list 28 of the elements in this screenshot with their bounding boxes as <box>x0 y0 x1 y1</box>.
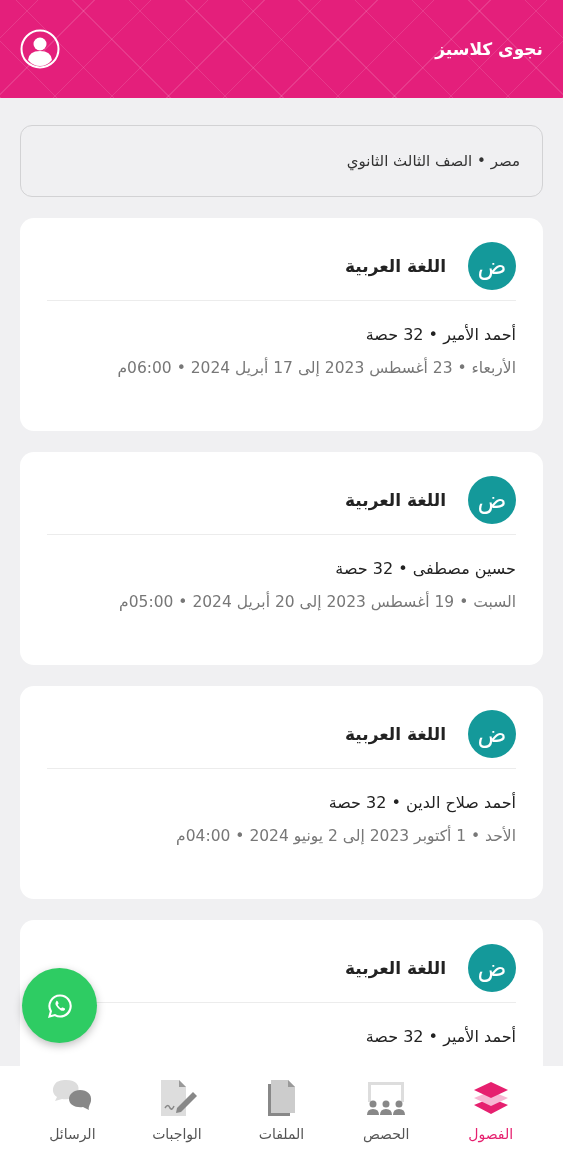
subject-avatar: ض <box>468 944 516 992</box>
teacher-line: أحمد صلاح الدين • 32 حصة <box>328 793 516 812</box>
subject-name: اللغة العربية <box>345 490 446 510</box>
schedule-line: الأحد • 1 أكتوبر 2023 إلى 2 يونيو 2024 • 04:00م <box>176 827 516 845</box>
nav-tab[interactable]: الحصص <box>333 1077 439 1142</box>
subject-name: اللغة العربية <box>345 724 446 744</box>
course-card[interactable]: ض اللغة العربية أحمد الأمير • 32 حصة الأربعاء • 23 أغسطس 2023 إلى 17 أبريل 2024 • 06:00م <box>20 218 543 431</box>
course-card[interactable]: ض اللغة العربية أحمد صلاح الدين • 32 حصة الأحد • 1 أكتوبر 2023 إلى 2 يونيو 2024 • 04:00م <box>20 686 543 899</box>
nav-tab[interactable]: الملفات <box>229 1077 334 1142</box>
nav-tab[interactable]: الواجبات <box>124 1077 230 1142</box>
subject-avatar: ض <box>468 242 516 290</box>
course-card[interactable]: ض اللغة العربية حسين مصطفى • 32 حصة السبت • 19 أغسطس 2023 إلى 20 أبريل 2024 • 05:00م <box>20 452 543 665</box>
app-title: نجوى كلاسيز <box>435 39 543 59</box>
schedule-line: السبت • 19 أغسطس 2023 إلى 20 أبريل 2024 • 05:00م <box>119 593 516 611</box>
nav-tab[interactable]: الرسائل <box>20 1077 125 1142</box>
nav-tab[interactable]: الفصول <box>438 1077 543 1142</box>
subject-avatar: ض <box>468 710 516 758</box>
subject-name: اللغة العربية <box>345 256 446 276</box>
teacher-line: أحمد الأمير • 32 حصة <box>365 1027 516 1046</box>
profile-icon[interactable] <box>20 29 60 69</box>
subject-name: اللغة العربية <box>345 958 446 978</box>
course-card[interactable]: ض اللغة العربية أحمد الأمير • 32 حصة <box>20 920 543 1066</box>
teacher-line: حسين مصطفى • 32 حصة <box>335 559 516 578</box>
phone-chat-icon <box>45 991 74 1020</box>
teacher-line: أحمد الأمير • 32 حصة <box>365 325 516 344</box>
subject-avatar: ض <box>468 476 516 524</box>
schedule-line: الأربعاء • 23 أغسطس 2023 إلى 17 أبريل 2024 • 06:00م <box>117 359 516 377</box>
grade-label: مصر • الصف الثالث الثانوي <box>346 152 520 170</box>
